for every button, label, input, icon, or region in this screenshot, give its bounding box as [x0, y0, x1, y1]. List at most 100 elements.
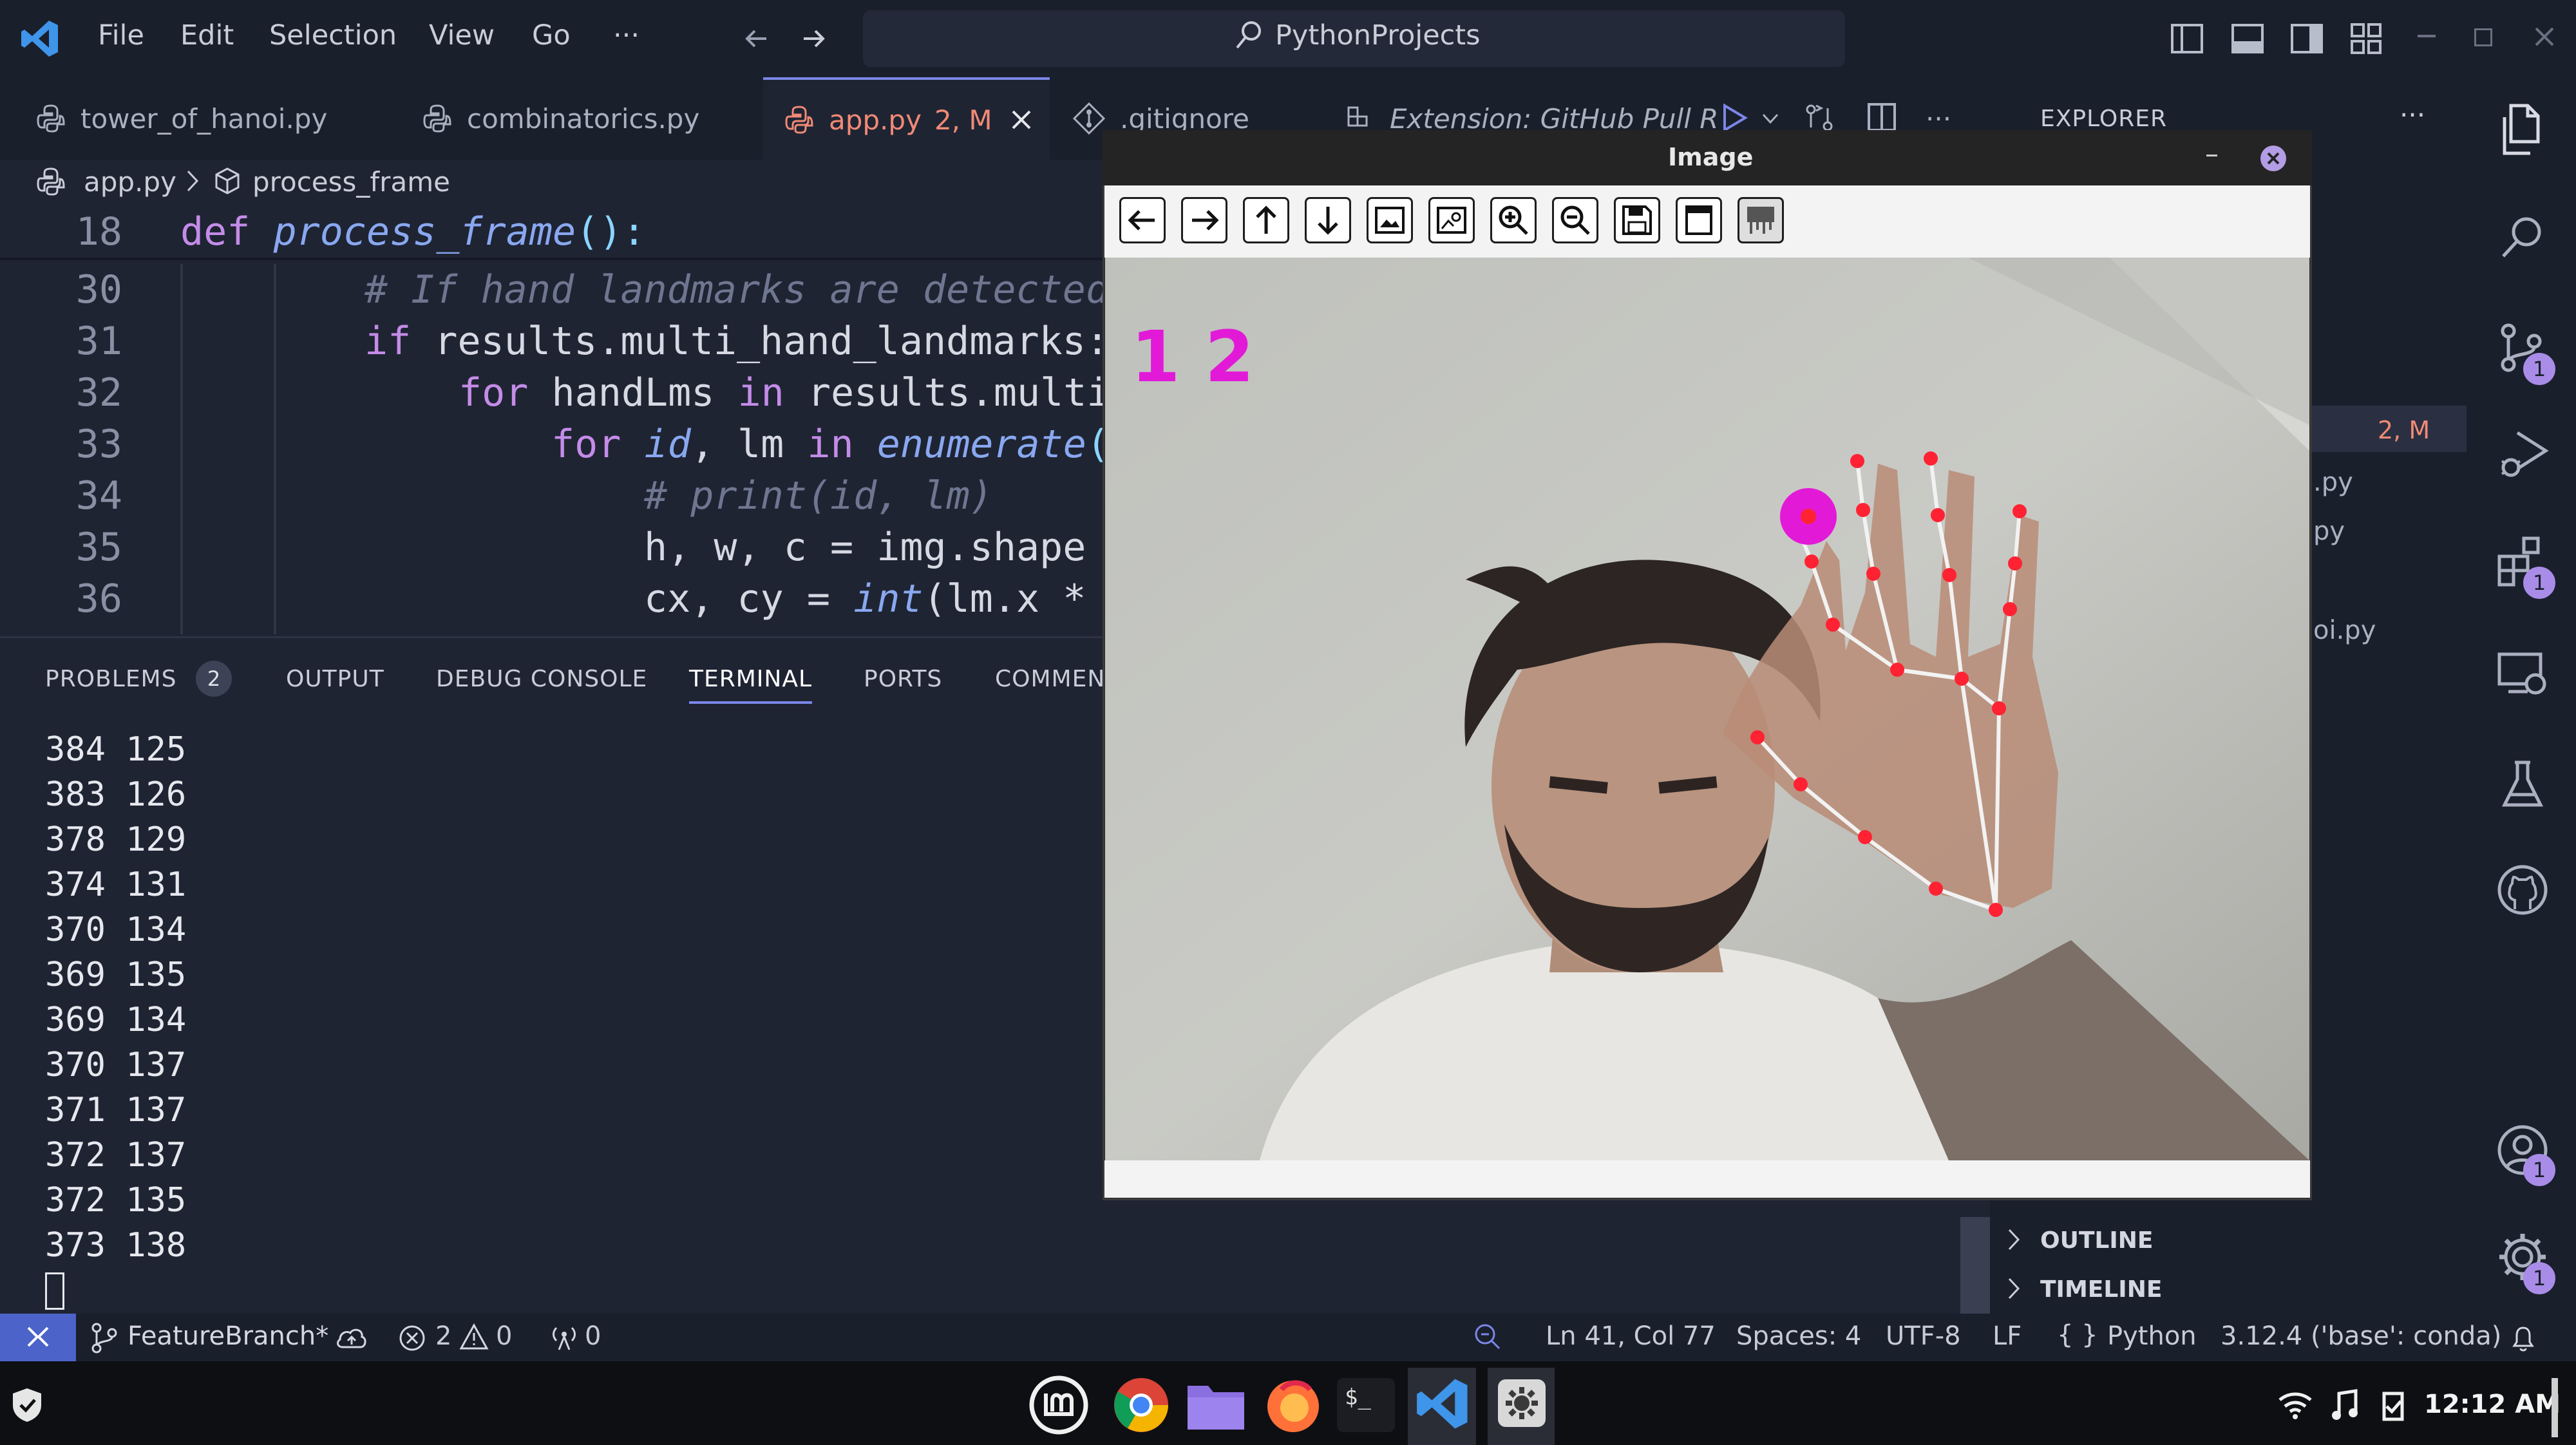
explorer-more-actions-icon[interactable]: ···	[2400, 99, 2425, 131]
git-branch-name[interactable]: FeatureBranch*	[128, 1321, 328, 1351]
zoom-magnifier-icon[interactable]	[1472, 1321, 1502, 1351]
zoom-fit-button[interactable]	[1367, 197, 1413, 243]
zoom-original-button[interactable]	[1428, 197, 1475, 243]
tab-terminal[interactable]: TERMINAL	[689, 666, 813, 704]
remote-explorer-icon[interactable]	[2496, 648, 2550, 702]
tab-comments[interactable]: COMMEN	[995, 666, 1105, 692]
explorer-title: EXPLORER	[2040, 106, 2167, 132]
search-sidebar-icon[interactable]	[2496, 212, 2547, 264]
method-cube-icon	[213, 166, 242, 196]
explorer-files-icon[interactable]	[2496, 103, 2547, 157]
clipboard-icon[interactable]	[2378, 1388, 2409, 1422]
toggle-panel-icon[interactable]	[2231, 22, 2264, 55]
tab-tower-of-hanoi[interactable]: tower_of_hanoi.py	[35, 77, 422, 160]
menu-file[interactable]: File	[98, 19, 144, 52]
explorer-modified-badge: 2, M	[2378, 416, 2430, 444]
error-count[interactable]: 2	[435, 1321, 451, 1351]
zoom-out-button[interactable]	[1552, 197, 1598, 243]
music-note-icon[interactable]	[2329, 1388, 2360, 1422]
ports-count[interactable]: 0	[585, 1321, 601, 1351]
error-icon	[398, 1324, 426, 1352]
tab-ports[interactable]: PORTS	[864, 666, 942, 692]
code-line: for handLms in results.multi	[459, 367, 1110, 419]
toggle-secondary-sidebar-icon[interactable]	[2290, 22, 2324, 55]
image-window-minimize-button[interactable]: –	[2205, 138, 2219, 169]
zoom-in-button[interactable]	[1490, 197, 1537, 243]
sticky-scroll-line[interactable]: def process_frame():	[180, 206, 645, 258]
explorer-file-item[interactable]: py	[2313, 516, 2345, 546]
tab-label: tower_of_hanoi.py	[80, 102, 328, 135]
explorer-file-item[interactable]: oi.py	[2313, 616, 2376, 645]
toggle-sidebar-icon[interactable]	[2170, 22, 2204, 55]
taskbar-clock[interactable]: 12:12 AM	[2424, 1390, 2561, 1419]
eol-setting[interactable]: LF	[1993, 1321, 2022, 1351]
breadcrumb-file[interactable]: app.py	[84, 166, 176, 198]
tab-label: combinatorics.py	[467, 102, 700, 135]
tab-app-py[interactable]: app.py 2, M	[763, 77, 1050, 160]
window-maximize-icon[interactable]	[2474, 28, 2492, 46]
tab-close-icon[interactable]	[1010, 109, 1032, 131]
back-arrow-icon[interactable]	[741, 23, 772, 54]
copy-to-clipboard-button[interactable]	[1676, 197, 1722, 243]
line-number: 34	[75, 473, 122, 518]
vscode-taskbar-icon[interactable]	[1414, 1375, 1471, 1432]
run-debug-icon[interactable]	[2496, 428, 2550, 482]
run-icon[interactable]	[1719, 103, 1749, 133]
pan-up-button[interactable]	[1243, 197, 1289, 243]
github-icon[interactable]	[2496, 863, 2550, 917]
menu-view[interactable]: View	[429, 19, 495, 52]
testing-flask-icon[interactable]	[2496, 757, 2550, 811]
language-mode[interactable]: Python	[2107, 1321, 2197, 1351]
panel-scrollbar[interactable]	[1960, 1217, 1990, 1314]
timeline-section[interactable]: TIMELINE	[2040, 1276, 2162, 1303]
compare-changes-icon[interactable]	[1803, 102, 1835, 134]
image-window-close-icon[interactable]	[2259, 144, 2287, 173]
tab-combinatorics[interactable]: combinatorics.py	[422, 77, 763, 160]
sync-cloud-icon[interactable]	[335, 1324, 368, 1352]
menu-go[interactable]: Go	[532, 19, 571, 52]
shield-update-icon[interactable]	[9, 1386, 45, 1424]
forward-arrow-icon[interactable]	[799, 23, 829, 54]
pan-right-button[interactable]	[1181, 197, 1227, 243]
properties-button[interactable]	[1738, 197, 1784, 243]
terminal-app-icon[interactable]: $_	[1337, 1378, 1395, 1432]
window-minimize-icon[interactable]	[2418, 35, 2436, 37]
terminal-line: 369 135	[45, 956, 187, 994]
breadcrumb-symbol[interactable]: process_frame	[252, 166, 450, 198]
code-comment: # If hand landmarks are detected	[365, 267, 1109, 312]
outline-section[interactable]: OUTLINE	[2040, 1227, 2153, 1254]
menu-selection[interactable]: Selection	[269, 19, 397, 52]
python-file-icon	[35, 166, 66, 197]
files-folder-icon[interactable]	[1185, 1378, 1247, 1432]
pan-down-button[interactable]	[1305, 197, 1351, 243]
customize-layout-icon[interactable]	[2349, 22, 2383, 55]
python-interpreter[interactable]: 3.12.4 ('base': conda)	[2221, 1321, 2501, 1351]
settings-gear-app-icon[interactable]	[1494, 1375, 1549, 1431]
show-desktop-button[interactable]	[2552, 1378, 2558, 1437]
menu-more[interactable]: ···	[613, 19, 639, 52]
save-image-button[interactable]	[1614, 197, 1660, 243]
indentation-setting[interactable]: Spaces: 4	[1736, 1321, 1861, 1351]
firefox-browser-icon[interactable]	[1262, 1374, 1324, 1436]
warning-count[interactable]: 0	[496, 1321, 512, 1351]
code-function: int	[853, 576, 923, 621]
search-label: PythonProjects	[1275, 19, 1481, 52]
mint-menu-icon[interactable]	[1028, 1374, 1090, 1436]
split-editor-icon[interactable]	[1866, 102, 1897, 133]
code-punctuation: ():	[576, 209, 646, 254]
cursor-position[interactable]: Ln 41, Col 77	[1546, 1321, 1716, 1351]
menu-edit[interactable]: Edit	[180, 19, 234, 52]
tab-output[interactable]: OUTPUT	[286, 666, 384, 692]
pan-left-button[interactable]	[1119, 197, 1166, 243]
explorer-file-item[interactable]: .py	[2313, 468, 2353, 497]
window-close-icon[interactable]	[2533, 26, 2555, 48]
chevron-down-icon[interactable]	[1761, 111, 1780, 126]
code-line: if results.multi_hand_landmarks:	[365, 316, 1109, 367]
wifi-icon[interactable]	[2277, 1390, 2313, 1421]
tab-debug-console[interactable]: DEBUG CONSOLE	[436, 666, 647, 692]
remote-indicator-button[interactable]	[0, 1314, 76, 1361]
tab-problems[interactable]: PROBLEMS	[45, 666, 176, 692]
chrome-browser-icon[interactable]	[1110, 1374, 1172, 1436]
notifications-bell-icon[interactable]	[2509, 1323, 2537, 1354]
encoding-setting[interactable]: UTF-8	[1886, 1321, 1961, 1351]
